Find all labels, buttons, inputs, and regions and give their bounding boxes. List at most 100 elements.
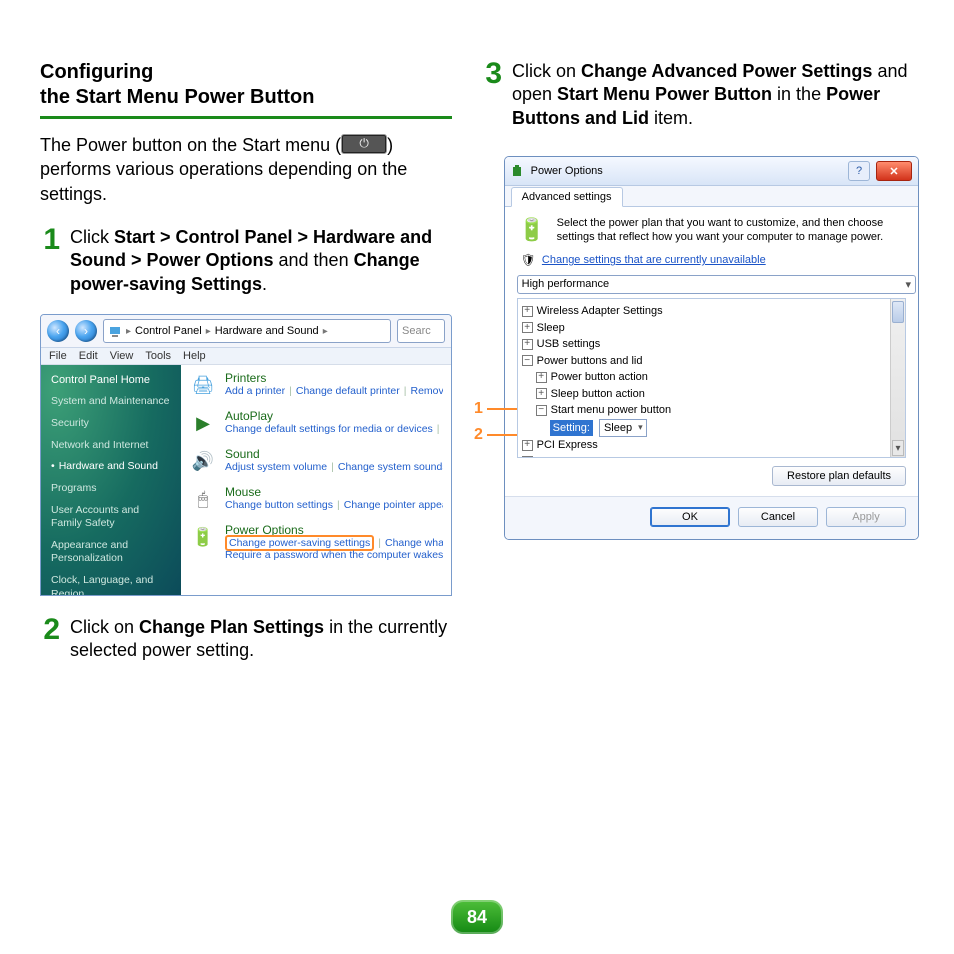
menu-view[interactable]: View (110, 350, 134, 362)
po-settings-tree: ▾ +Wireless Adapter Settings +Sleep +USB… (517, 298, 906, 458)
sidebar-item-security[interactable]: Security (41, 413, 181, 435)
tree-usb[interactable]: +USB settings (522, 336, 889, 353)
link-adjust-volume[interactable]: Adjust system volume (225, 461, 327, 473)
cat-title[interactable]: Sound (225, 447, 443, 461)
forward-button[interactable]: › (75, 320, 97, 342)
cp-main-pane: 🖨 Printers Add a printer|Change default … (181, 365, 451, 595)
mouse-icon: 🖱 (189, 485, 217, 513)
close-button[interactable]: ✕ (876, 161, 912, 181)
sidebar-item-system[interactable]: System and Maintenance (41, 391, 181, 413)
apply-button[interactable]: Apply (826, 507, 906, 527)
step-text: Click on Change Advanced Power Settings … (512, 60, 919, 130)
tree-start-menu-power-button[interactable]: −Start menu power button (536, 402, 889, 419)
power-button-icon (341, 134, 387, 154)
cat-printers: 🖨 Printers Add a printer|Change default … (189, 371, 443, 399)
po-description: Select the power plan that you want to c… (557, 217, 906, 247)
sidebar-item-home[interactable]: Control Panel Home (41, 369, 181, 391)
setting-label: Setting: (550, 420, 593, 437)
po-tabs: Advanced settings (505, 186, 918, 207)
link-require-password[interactable]: Require a password when the computer wak… (225, 549, 443, 561)
menu-tools[interactable]: Tools (145, 350, 171, 362)
link-change-power-button[interactable]: Change what the power b (385, 537, 443, 549)
ok-button[interactable]: OK (650, 507, 730, 527)
back-button[interactable]: ‹ (47, 320, 69, 342)
step-1: 1 Click Start > Control Panel > Hardware… (40, 226, 452, 296)
cat-title[interactable]: Printers (225, 371, 443, 385)
tree-power-button-action[interactable]: +Power button action (536, 369, 889, 386)
cat-title[interactable]: Mouse (225, 485, 443, 499)
intro-paragraph: The Power button on the Start menu () pe… (40, 133, 452, 206)
tree-wireless[interactable]: +Wireless Adapter Settings (522, 303, 889, 320)
power-plan-icon: 🔋 (517, 217, 547, 247)
search-input[interactable]: Searc (397, 319, 445, 343)
callout-1: 1 (474, 400, 483, 418)
sidebar-item-clock[interactable]: Clock, Language, and Region (41, 570, 181, 596)
step-2: 2 Click on Change Plan Settings in the c… (40, 616, 452, 663)
shield-icon: 🛡 (521, 253, 536, 267)
link-remove-printer[interactable]: Remove a printe (411, 385, 444, 397)
sidebar-item-users[interactable]: User Accounts and Family Safety (41, 500, 181, 535)
step-text: Click on Change Plan Settings in the cur… (70, 616, 452, 663)
link-change-default-printer[interactable]: Change default printer (296, 385, 400, 397)
link-mouse-pointer[interactable]: Change pointer appearance (344, 499, 443, 511)
chevron-down-icon: ▾ (638, 421, 643, 435)
computer-icon (108, 324, 122, 338)
po-titlebar: Power Options ? ✕ (505, 157, 918, 186)
restore-defaults-button[interactable]: Restore plan defaults (772, 466, 906, 486)
setting-value-select[interactable]: Sleep▾ (599, 419, 647, 438)
cat-autoplay: ▶ AutoPlay Change default settings for m… (189, 409, 443, 437)
scroll-down-button[interactable]: ▾ (892, 440, 904, 456)
link-change-sounds[interactable]: Change system sounds (338, 461, 443, 473)
step-number: 3 (482, 60, 502, 130)
speaker-icon: 🔊 (189, 447, 217, 475)
callout-2: 2 (474, 426, 483, 444)
link-change-unavailable[interactable]: Change settings that are currently unava… (542, 254, 766, 266)
menu-file[interactable]: File (49, 350, 67, 362)
cat-power-options: 🔋 Power Options Change power-saving sett… (189, 523, 443, 561)
po-title: Power Options (531, 165, 842, 177)
breadcrumb[interactable]: ▸ Control Panel ▸ Hardware and Sound ▸ (103, 319, 391, 343)
menu-edit[interactable]: Edit (79, 350, 98, 362)
printer-icon: 🖨 (189, 371, 217, 399)
battery-icon: 🔋 (189, 523, 217, 551)
section-heading: Configuring the Start Menu Power Button (40, 60, 452, 110)
plan-value: High performance (522, 278, 609, 291)
heading-rule (40, 116, 452, 119)
tree-power-buttons-lid[interactable]: −Power buttons and lid (522, 353, 889, 370)
sidebar-item-appearance[interactable]: Appearance and Personalization (41, 535, 181, 570)
cat-sound: 🔊 Sound Adjust system volume|Change syst… (189, 447, 443, 475)
crumb-control-panel: Control Panel (135, 325, 202, 337)
step-number: 1 (40, 226, 60, 296)
sidebar-item-network[interactable]: Network and Internet (41, 435, 181, 457)
cp-sidebar: Control Panel Home System and Maintenanc… (41, 365, 181, 595)
battery-icon (511, 164, 525, 178)
menu-help[interactable]: Help (183, 350, 206, 362)
cp-menu-bar: File Edit View Tools Help (41, 348, 451, 365)
cat-title[interactable]: AutoPlay (225, 409, 443, 423)
scrollbar-thumb[interactable] (892, 301, 904, 323)
sidebar-item-programs[interactable]: Programs (41, 478, 181, 500)
tab-advanced-settings[interactable]: Advanced settings (511, 187, 623, 207)
help-button[interactable]: ? (848, 161, 870, 181)
step-text: Click Start > Control Panel > Hardware a… (70, 226, 452, 296)
link-mouse-buttons[interactable]: Change button settings (225, 499, 333, 511)
tree-pci-express[interactable]: +PCI Express (522, 437, 889, 454)
link-add-printer[interactable]: Add a printer (225, 385, 285, 397)
autoplay-icon: ▶ (189, 409, 217, 437)
cancel-button[interactable]: Cancel (738, 507, 818, 527)
tree-sleep-button-action[interactable]: +Sleep button action (536, 386, 889, 403)
page-number: 84 (451, 900, 503, 934)
sidebar-item-hardware-sound[interactable]: Hardware and Sound (41, 456, 181, 478)
tree-processor-pm[interactable]: +Processor power management (522, 454, 889, 459)
power-plan-select[interactable]: High performance ▾ (517, 275, 916, 294)
tree-setting-row[interactable]: Setting: Sleep▾ (550, 419, 889, 438)
crumb-hardware-sound: Hardware and Sound (215, 325, 319, 337)
power-options-dialog: Power Options ? ✕ Advanced settings 🔋 Se… (504, 156, 919, 540)
tree-sleep[interactable]: +Sleep (522, 320, 889, 337)
scrollbar[interactable]: ▾ (890, 299, 905, 457)
cat-mouse: 🖱 Mouse Change button settings|Change po… (189, 485, 443, 513)
link-autoplay-defaults[interactable]: Change default settings for media or dev… (225, 423, 433, 435)
step-3: 3 Click on Change Advanced Power Setting… (482, 60, 919, 130)
step-number: 2 (40, 616, 60, 663)
chevron-down-icon: ▾ (905, 278, 911, 291)
